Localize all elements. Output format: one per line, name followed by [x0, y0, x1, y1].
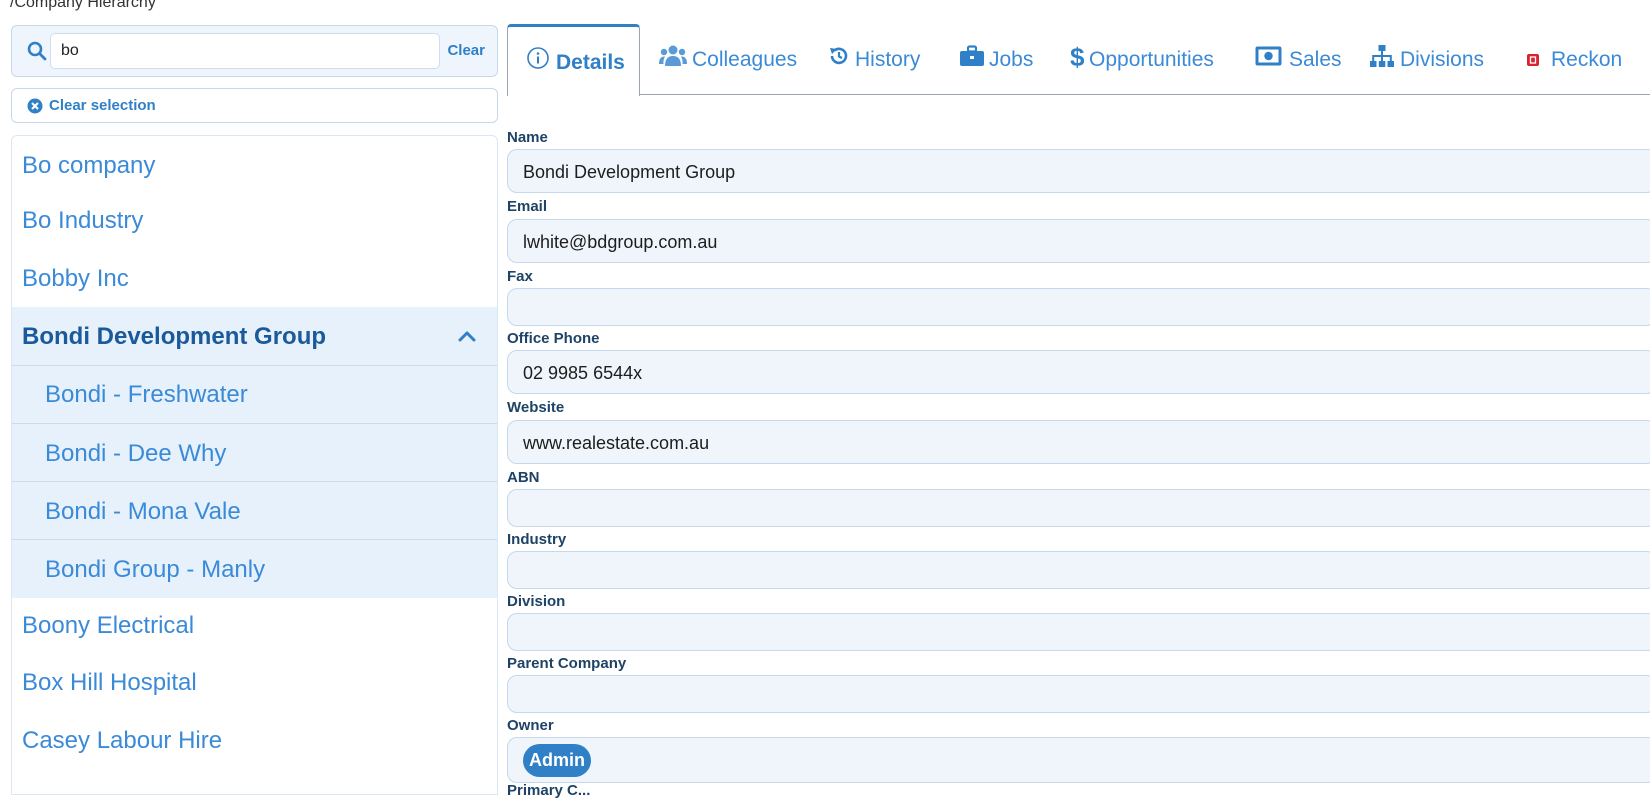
- sitemap-icon: [1370, 45, 1394, 67]
- company-tree: Bo company Bo Industry Bobby Inc Bondi D…: [11, 135, 498, 795]
- owner-label: Owner: [507, 717, 554, 734]
- website-label: Website: [507, 399, 565, 416]
- tree-item-label: Bondi Group - Manly: [45, 556, 266, 583]
- tree-item-bo-industry[interactable]: Bo Industry: [12, 193, 497, 250]
- chevron-up-icon[interactable]: [457, 329, 477, 343]
- abn-field[interactable]: [507, 489, 1650, 527]
- owner-badge[interactable]: Admin: [523, 744, 591, 777]
- tab-divisions[interactable]: Divisions: [1370, 24, 1485, 95]
- tree-item-box-hill-hospital[interactable]: Box Hill Hospital: [12, 655, 497, 712]
- tree-item-label: Bo Industry: [22, 207, 144, 234]
- dollar-icon: $: [1070, 42, 1085, 72]
- office-phone-value: 02 9985 6544x: [523, 363, 643, 383]
- info-icon: [527, 47, 549, 69]
- tab-label: Jobs: [989, 48, 1034, 71]
- fax-label: Fax: [507, 268, 533, 285]
- tab-label: Sales: [1289, 48, 1342, 71]
- tab-label: Divisions: [1400, 48, 1485, 71]
- parent-company-field[interactable]: [507, 675, 1650, 713]
- tab-colleagues[interactable]: Colleagues: [659, 24, 799, 95]
- division-field[interactable]: [507, 613, 1650, 651]
- tree-child-bondi-mona-vale[interactable]: Bondi - Mona Vale: [12, 482, 497, 540]
- tree-child-bondi-group-manly[interactable]: Bondi Group - Manly: [12, 540, 497, 598]
- tab-jobs[interactable]: Jobs: [960, 24, 1040, 95]
- tree-item-label: Box Hill Hospital: [22, 669, 197, 696]
- tab-label: Colleagues: [692, 48, 798, 71]
- tree-item-label: Bondi - Mona Vale: [45, 498, 241, 525]
- tree-item-casey-labour-hire[interactable]: Casey Labour Hire: [12, 712, 497, 769]
- owner-field[interactable]: Admin: [507, 737, 1650, 783]
- reckon-logo-icon: [1527, 54, 1539, 66]
- breadcrumb: /Company Hierarchy: [10, 0, 156, 11]
- tab-sales[interactable]: Sales: [1255, 24, 1342, 95]
- detail-tabs: Details Colleagues History Jobs $ Opport…: [507, 24, 1650, 96]
- tab-history[interactable]: History: [828, 24, 928, 95]
- tree-item-bo-company[interactable]: Bo company: [12, 136, 497, 193]
- name-label: Name: [507, 129, 548, 146]
- tab-reckon[interactable]: Reckon: [1527, 24, 1627, 95]
- clear-selection-button[interactable]: Clear selection: [11, 88, 498, 123]
- tree-item-label: Bondi Development Group: [22, 323, 327, 350]
- money-icon: [1255, 46, 1282, 66]
- industry-label: Industry: [507, 531, 567, 548]
- tree-item-label: Casey Labour Hire: [22, 727, 223, 754]
- name-field[interactable]: Bondi Development Group: [507, 149, 1650, 193]
- email-field[interactable]: lwhite@bdgroup.com.au: [507, 219, 1650, 263]
- fax-field[interactable]: [507, 288, 1650, 326]
- tree-item-boony-electrical[interactable]: Boony Electrical: [12, 598, 497, 655]
- abn-label: ABN: [507, 469, 540, 486]
- division-label: Division: [507, 593, 566, 610]
- times-circle-icon: [27, 98, 43, 114]
- tab-label: Reckon: [1551, 48, 1623, 71]
- search-box: Clear: [11, 25, 498, 77]
- history-icon: [830, 47, 848, 65]
- industry-field[interactable]: [507, 551, 1650, 589]
- tree-item-label: Bobby Inc: [22, 265, 129, 292]
- tab-label: History: [855, 48, 921, 71]
- office-phone-field[interactable]: 02 9985 6544x: [507, 350, 1650, 394]
- tree-item-bobby-inc[interactable]: Bobby Inc: [12, 250, 497, 307]
- tree-child-bondi-freshwater[interactable]: Bondi - Freshwater: [12, 366, 497, 424]
- tree-item-bondi-development-group[interactable]: Bondi Development Group: [12, 307, 497, 366]
- tree-item-label: Bondi - Dee Why: [45, 440, 227, 467]
- email-value: lwhite@bdgroup.com.au: [523, 232, 718, 252]
- next-field-label: Primary C...: [507, 782, 591, 799]
- clear-search-button[interactable]: Clear: [447, 42, 485, 59]
- parent-company-label: Parent Company: [507, 655, 627, 672]
- tab-opportunities[interactable]: $ Opportunities: [1070, 24, 1220, 95]
- name-value: Bondi Development Group: [523, 162, 736, 182]
- tree-item-label: Boony Electrical: [22, 612, 195, 639]
- email-label: Email: [507, 198, 548, 215]
- website-field[interactable]: www.realestate.com.au: [507, 420, 1650, 464]
- clear-selection-label: Clear selection: [49, 97, 156, 114]
- tab-label: Details: [556, 51, 625, 74]
- search-input[interactable]: [50, 33, 440, 69]
- tab-label: Opportunities: [1089, 48, 1214, 71]
- tree-item-label: Bondi - Freshwater: [45, 381, 248, 408]
- website-value: www.realestate.com.au: [523, 433, 710, 453]
- briefcase-icon: [960, 45, 984, 66]
- search-icon: [27, 41, 47, 61]
- tree-child-bondi-dee-why[interactable]: Bondi - Dee Why: [12, 424, 497, 482]
- tab-details[interactable]: Details: [507, 24, 640, 96]
- users-icon: [659, 45, 687, 66]
- office-phone-label: Office Phone: [507, 330, 600, 347]
- tree-item-label: Bo company: [22, 152, 156, 179]
